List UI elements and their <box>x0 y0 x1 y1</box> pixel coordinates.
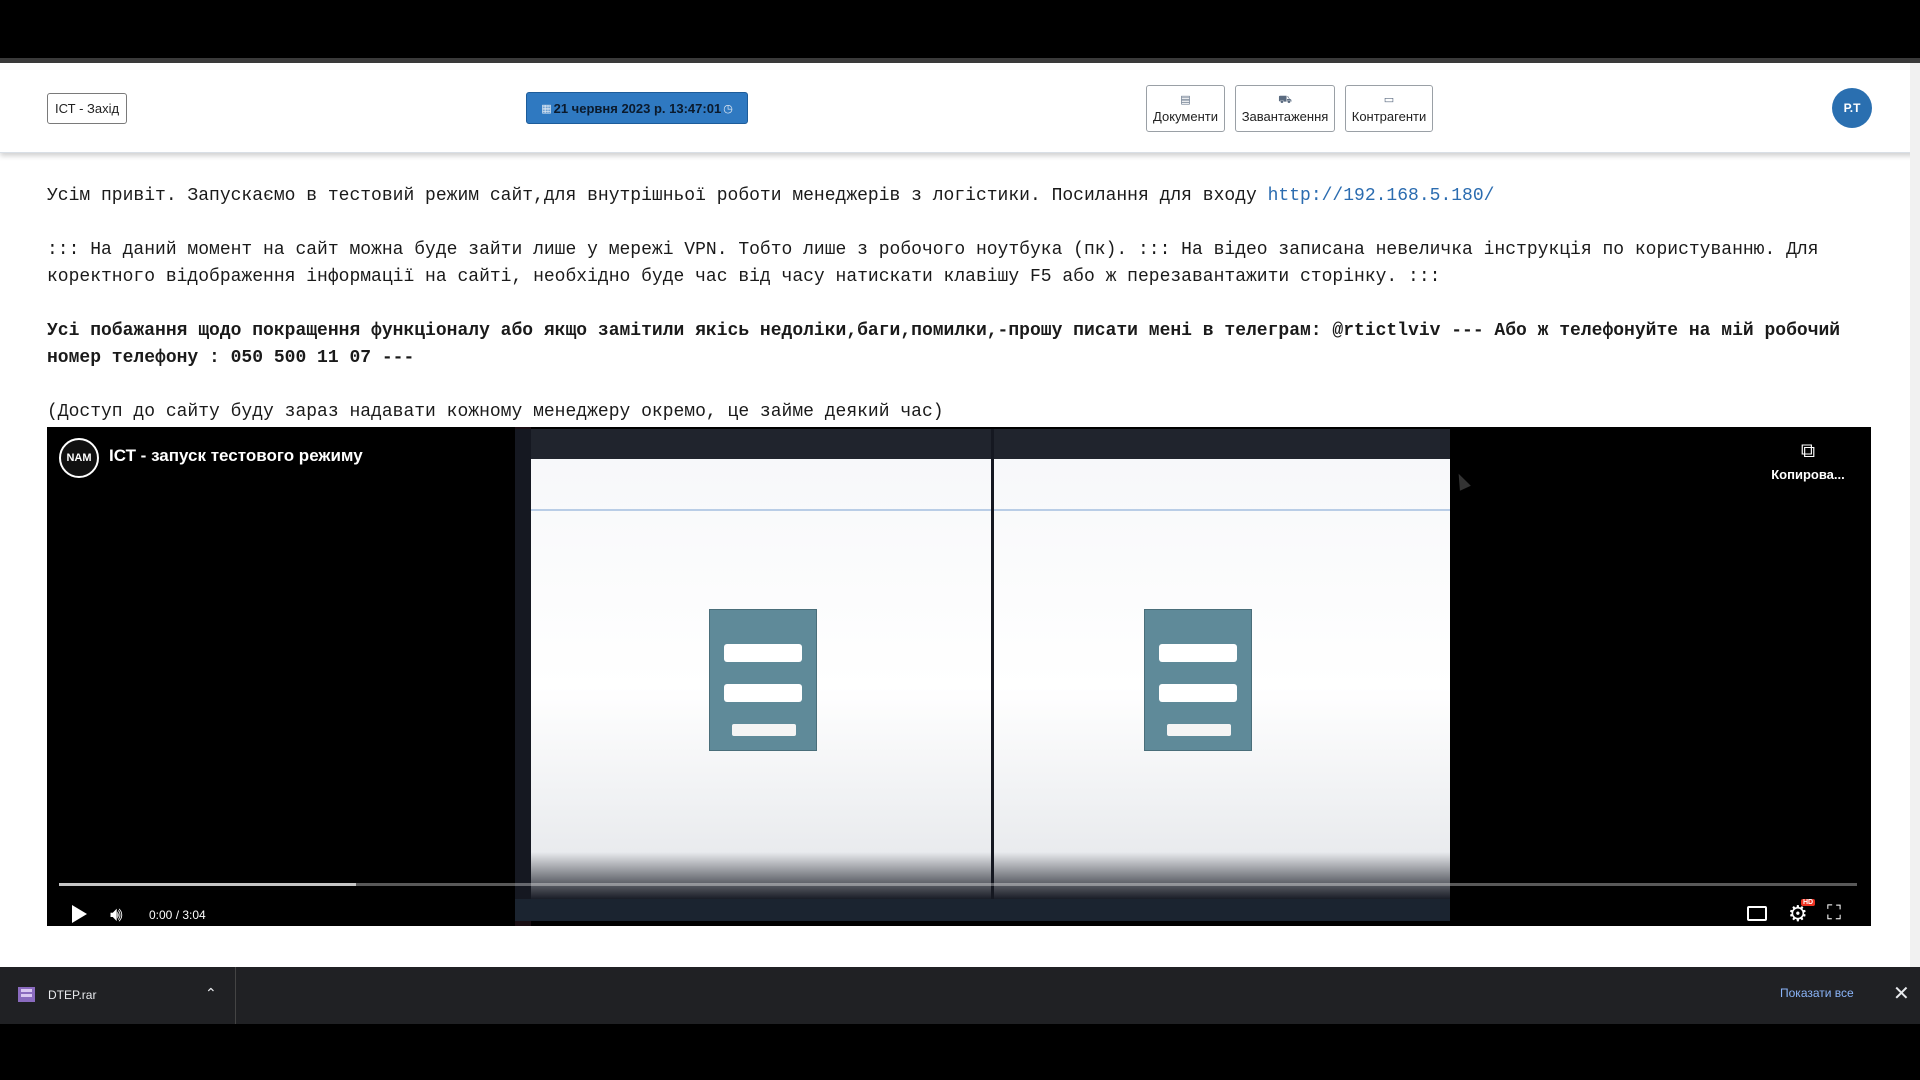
page-scrollbar[interactable] <box>1910 63 1920 967</box>
pane-divider <box>994 509 1450 511</box>
video-pane-right <box>994 429 1450 899</box>
top-navbar: ІСТ - Захід ▦ 21 червня 2023 р. 13:47:01… <box>0 63 1920 153</box>
loads-label: Завантаження <box>1241 108 1329 124</box>
document-icon: ▤ <box>1180 93 1191 106</box>
login-card <box>709 609 817 751</box>
progress-buffered <box>59 883 356 886</box>
fullscreen-icon[interactable]: ⛶ <box>1827 902 1841 925</box>
datetime-text: 21 червня 2023 р. 13:47:01 <box>553 100 722 116</box>
copy-label: Копирова... <box>1771 467 1845 482</box>
video-taskbar <box>515 899 1450 921</box>
site-link[interactable]: http://192.168.5.180/ <box>1268 186 1495 206</box>
brand-button[interactable]: ІСТ - Захід <box>47 93 128 124</box>
subtitles-icon[interactable] <box>1747 906 1767 921</box>
login-button <box>1167 724 1231 736</box>
calendar-icon: ▦ <box>541 102 552 115</box>
intro-text: Усім привіт. Запускаємо в тестовий режим… <box>47 186 1268 206</box>
top-screen-border <box>0 0 1920 58</box>
close-icon[interactable]: ✕ <box>1893 981 1910 1006</box>
bottom-screen-border <box>0 1024 1920 1080</box>
download-shelf: DTEP.rar ⌃ Показати все ✕ <box>0 967 1920 1024</box>
pane-browser-bar <box>531 429 991 459</box>
video-time: 0:00 / 3:04 <box>149 908 206 922</box>
access-paragraph: (Доступ до сайту буду зараз надавати кож… <box>47 402 944 422</box>
page-viewport: ІСТ - Захід ▦ 21 червня 2023 р. 13:47:01… <box>0 63 1920 967</box>
truck-icon: ⛟ <box>1278 93 1292 106</box>
pane-divider <box>531 509 991 511</box>
clock-icon: ◷ <box>723 102 733 115</box>
archive-file-icon <box>18 987 35 1002</box>
datetime-badge: ▦ 21 червня 2023 р. 13:47:01 ◷ <box>526 92 748 124</box>
volume-icon[interactable]: 🔊︎ <box>110 904 123 926</box>
login-field <box>724 644 802 662</box>
password-field <box>1159 684 1237 702</box>
chevron-up-icon[interactable]: ⌃ <box>205 985 217 1002</box>
password-field <box>724 684 802 702</box>
copy-link-button[interactable]: ⧉ Копирова... <box>1763 439 1853 482</box>
user-avatar[interactable]: Р.Т <box>1832 88 1872 128</box>
feedback-paragraph: Усі побажання щодо покращення функціонал… <box>47 321 1841 368</box>
video-player[interactable]: NAM ІСТ - запуск тестового режиму ⧉ Копи… <box>47 427 1871 926</box>
contractors-button[interactable]: ▭ Контрагенти <box>1345 85 1433 132</box>
hd-badge: HD <box>1801 899 1816 906</box>
vpn-paragraph: ::: На даний момент на сайт можна буде з… <box>47 240 1819 287</box>
show-all-button[interactable]: Показати все <box>1780 986 1854 1006</box>
contractors-label: Контрагенти <box>1351 108 1427 124</box>
documents-label: Документи <box>1153 108 1218 124</box>
intro-paragraph: Усім привіт. Запускаємо в тестовий режим… <box>47 183 1877 210</box>
pane-browser-bar <box>994 429 1450 459</box>
download-item[interactable]: DTEP.rar ⌃ <box>0 967 236 1024</box>
documents-button[interactable]: ▤ Документи <box>1146 85 1225 132</box>
copy-icon: ⧉ <box>1800 440 1816 462</box>
video-title[interactable]: ІСТ - запуск тестового режиму <box>109 446 363 466</box>
video-pane-left <box>531 429 991 899</box>
contacts-icon: ▭ <box>1383 93 1395 106</box>
video-frame <box>515 429 1450 899</box>
login-field <box>1159 644 1237 662</box>
download-file-name: DTEP.rar <box>48 988 97 1002</box>
loads-button[interactable]: ⛟ Завантаження <box>1235 85 1335 132</box>
login-button <box>732 724 796 736</box>
channel-logo[interactable]: NAM <box>59 438 99 478</box>
login-card <box>1144 609 1252 751</box>
play-icon[interactable] <box>70 904 88 924</box>
